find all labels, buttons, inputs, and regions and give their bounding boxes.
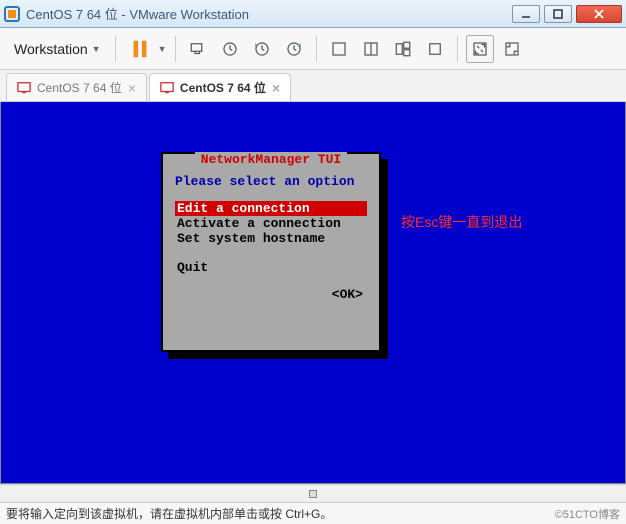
tab-close-button[interactable]: × — [128, 80, 136, 96]
multi-pane-icon — [394, 40, 412, 58]
window-title: CentOS 7 64 位 - VMware Workstation — [26, 4, 512, 23]
titlebar: CentOS 7 64 位 - VMware Workstation — [0, 0, 626, 28]
single-pane-icon — [330, 40, 348, 58]
tui-item-set-hostname[interactable]: Set system hostname — [175, 231, 367, 246]
fullscreen-enter-button[interactable] — [466, 35, 494, 63]
workstation-menu[interactable]: Workstation ▼ — [8, 37, 107, 61]
tab-centos-1[interactable]: CentOS 7 64 位 × — [6, 73, 147, 101]
clock-icon — [221, 40, 239, 58]
tui-title: NetworkManager TUI — [195, 152, 347, 167]
vm-icon — [160, 81, 174, 95]
separator — [457, 36, 458, 62]
send-ctrl-alt-del-button[interactable] — [184, 35, 212, 63]
maximize-button[interactable] — [544, 5, 572, 23]
workstation-menu-label: Workstation — [14, 41, 88, 57]
clock-forward-icon — [285, 40, 303, 58]
tab-label: CentOS 7 64 位 — [37, 79, 122, 96]
statusbar: 要将输入定向到该虚拟机，请在虚拟机内部单击或按 Ctrl+G。 ©51CTO博客 — [0, 502, 626, 524]
tui-ok-button[interactable]: <OK> — [175, 287, 367, 302]
pause-button[interactable] — [124, 35, 156, 63]
clock-back-icon — [253, 40, 271, 58]
tui-item-activate-connection[interactable]: Activate a connection — [175, 216, 367, 231]
separator — [175, 36, 176, 62]
tui-item-edit-connection[interactable]: Edit a connection — [175, 201, 367, 216]
status-hint: 要将输入定向到该虚拟机，请在虚拟机内部单击或按 Ctrl+G。 — [6, 505, 332, 522]
split-pane-icon — [362, 40, 380, 58]
show-console-button[interactable] — [325, 35, 353, 63]
toolbar: Workstation ▼ ▼ — [0, 28, 626, 70]
tui-item-quit[interactable]: Quit — [175, 260, 367, 275]
snapshot-button[interactable] — [216, 35, 244, 63]
chevron-down-icon: ▼ — [92, 44, 101, 54]
tui-dialog: NetworkManager TUI Please select an opti… — [161, 152, 381, 352]
revert-snapshot-button[interactable] — [248, 35, 276, 63]
app-icon — [4, 6, 20, 22]
chevron-down-icon[interactable]: ▼ — [158, 44, 167, 54]
tui-prompt: Please select an option — [175, 174, 367, 189]
stretch-button[interactable] — [421, 35, 449, 63]
fullscreen-exit-icon — [503, 40, 521, 58]
fullscreen-enter-icon — [471, 40, 489, 58]
annotation-text: 按Esc键一直到退出 — [401, 212, 522, 232]
vm-icon — [17, 81, 31, 95]
device-icon — [189, 40, 207, 58]
pause-icon — [129, 38, 151, 60]
fullscreen-exit-button[interactable] — [498, 35, 526, 63]
tabstrip: CentOS 7 64 位 × CentOS 7 64 位 × — [0, 70, 626, 102]
separator — [316, 36, 317, 62]
scroll-thumb[interactable] — [309, 490, 317, 498]
horizontal-scrollbar[interactable] — [0, 484, 626, 502]
tui-title-wrap: NetworkManager TUI — [163, 152, 379, 167]
unity-button[interactable] — [389, 35, 417, 63]
tab-close-button[interactable]: × — [272, 80, 280, 96]
watermark: ©51CTO博客 — [555, 506, 620, 522]
vm-viewport[interactable]: NetworkManager TUI Please select an opti… — [0, 102, 626, 484]
close-button[interactable] — [576, 5, 622, 23]
tab-centos-2[interactable]: CentOS 7 64 位 × — [149, 73, 291, 101]
tab-label: CentOS 7 64 位 — [180, 79, 266, 96]
manage-snapshot-button[interactable] — [280, 35, 308, 63]
thumbnail-button[interactable] — [357, 35, 385, 63]
single-outline-icon — [426, 40, 444, 58]
minimize-button[interactable] — [512, 5, 540, 23]
separator — [115, 36, 116, 62]
